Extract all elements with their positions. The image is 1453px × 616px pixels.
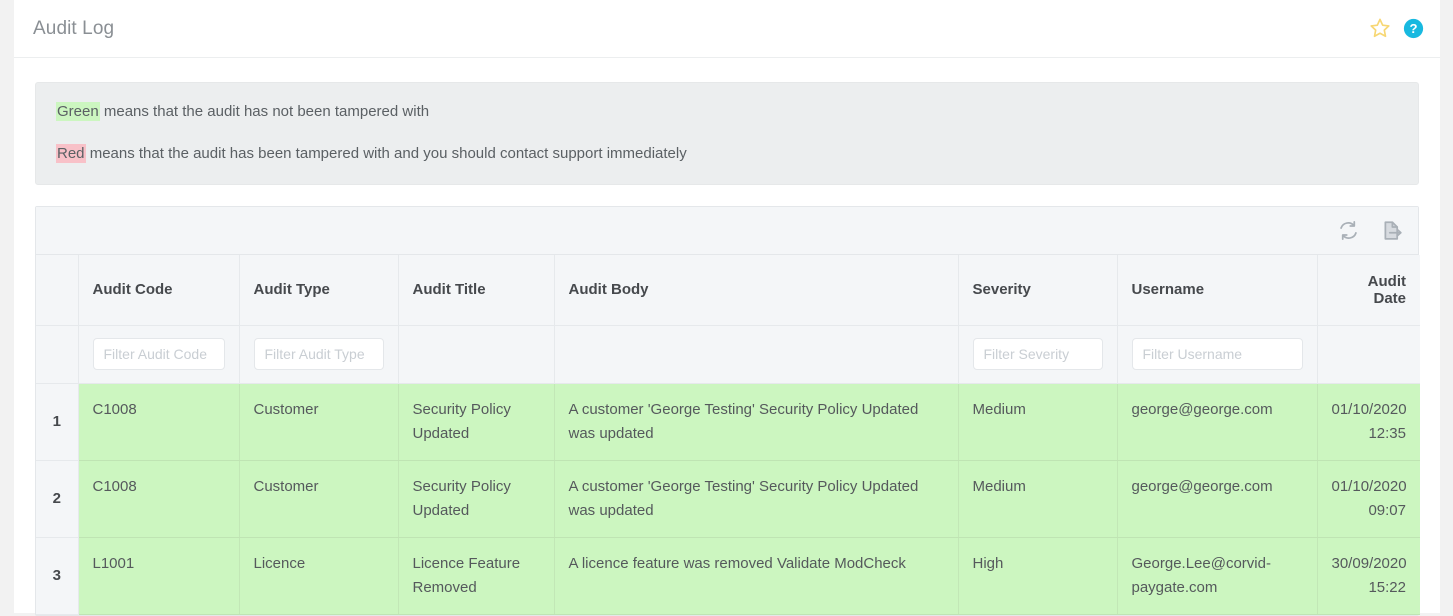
filter-cell-audit-code	[78, 325, 240, 384]
filter-cell-username	[1117, 325, 1318, 384]
filter-severity-input[interactable]	[972, 338, 1103, 370]
cell-audit-date: 30/09/2020 15:22	[1317, 537, 1420, 615]
cell-username: george@george.com	[1117, 383, 1318, 461]
cell-audit-type: Customer	[239, 383, 399, 461]
legend-green-keyword: Green	[56, 102, 100, 121]
cell-audit-date: 01/10/2020 09:07	[1317, 460, 1420, 538]
cell-username: George.Lee@corvid-paygate.com	[1117, 537, 1318, 615]
legend-line-red: Red means that the audit has been tamper…	[56, 142, 1398, 165]
grid-toolbar	[36, 207, 1418, 255]
table-row[interactable]: 2 C1008 Customer Security Policy Updated…	[36, 460, 1420, 538]
row-number: 2	[36, 460, 79, 538]
svg-text:?: ?	[1409, 21, 1417, 36]
column-header-username[interactable]: Username	[1117, 255, 1318, 326]
filter-cell-audit-date	[1317, 325, 1420, 384]
filter-username-input[interactable]	[1131, 338, 1303, 370]
export-icon[interactable]	[1381, 220, 1402, 241]
cell-severity: Medium	[958, 460, 1118, 538]
filter-cell-rownum	[36, 325, 79, 384]
legend-panel: Green means that the audit has not been …	[35, 82, 1419, 185]
cell-severity: High	[958, 537, 1118, 615]
cell-audit-code: C1008	[78, 383, 240, 461]
cell-audit-title: Licence Feature Removed	[398, 537, 555, 615]
column-header-audit-type[interactable]: Audit Type	[239, 255, 399, 326]
refresh-icon[interactable]	[1338, 220, 1359, 241]
help-icon[interactable]: ?	[1403, 18, 1424, 39]
table-row[interactable]: 1 C1008 Customer Security Policy Updated…	[36, 383, 1420, 461]
column-header-audit-code[interactable]: Audit Code	[78, 255, 240, 326]
column-header-severity[interactable]: Severity	[958, 255, 1118, 326]
filter-cell-audit-type	[239, 325, 399, 384]
cell-username: george@george.com	[1117, 460, 1318, 538]
filter-cell-audit-body	[554, 325, 959, 384]
audit-table: Audit Code Audit Type Audit Title Audit …	[36, 255, 1420, 615]
column-header-audit-date[interactable]: Audit Date	[1317, 255, 1420, 326]
cell-audit-body: A customer 'George Testing' Security Pol…	[554, 460, 959, 538]
legend-line-green: Green means that the audit has not been …	[56, 100, 1398, 123]
favourite-star-icon[interactable]	[1369, 17, 1391, 39]
legend-red-text: means that the audit has been tampered w…	[85, 145, 687, 162]
grid-wrapper: Audit Code Audit Type Audit Title Audit …	[14, 185, 1440, 616]
row-number: 1	[36, 383, 79, 461]
filter-cell-severity	[958, 325, 1118, 384]
cell-severity: Medium	[958, 383, 1118, 461]
header-actions: ?	[1369, 17, 1424, 39]
cell-audit-code: L1001	[78, 537, 240, 615]
cell-audit-body: A customer 'George Testing' Security Pol…	[554, 383, 959, 461]
legend-green-text: means that the audit has not been tamper…	[99, 103, 430, 120]
cell-audit-type: Licence	[239, 537, 399, 615]
cell-audit-title: Security Policy Updated	[398, 383, 555, 461]
cell-audit-date: 01/10/2020 12:35	[1317, 383, 1420, 461]
column-header-audit-body[interactable]: Audit Body	[554, 255, 959, 326]
info-panel-wrapper: Green means that the audit has not been …	[14, 58, 1440, 185]
row-number: 3	[36, 537, 79, 615]
table-row[interactable]: 3 L1001 Licence Licence Feature Removed …	[36, 537, 1420, 615]
filter-audit-code-input[interactable]	[92, 338, 225, 370]
filter-row	[36, 325, 1420, 384]
cell-audit-code: C1008	[78, 460, 240, 538]
filter-audit-type-input[interactable]	[253, 338, 384, 370]
audit-log-grid: Audit Code Audit Type Audit Title Audit …	[35, 206, 1420, 616]
cell-audit-title: Security Policy Updated	[398, 460, 555, 538]
cell-audit-type: Customer	[239, 460, 399, 538]
header-row: Audit Code Audit Type Audit Title Audit …	[36, 255, 1420, 326]
page-title: Audit Log	[33, 17, 115, 39]
cell-audit-body: A licence feature was removed Validate M…	[554, 537, 959, 615]
table-body: 1 C1008 Customer Security Policy Updated…	[36, 383, 1420, 615]
column-header-audit-title[interactable]: Audit Title	[398, 255, 555, 326]
card-header: Audit Log ?	[14, 0, 1440, 58]
column-header-rownum	[36, 255, 79, 326]
legend-red-keyword: Red	[56, 144, 86, 163]
table-head: Audit Code Audit Type Audit Title Audit …	[36, 255, 1420, 384]
filter-cell-audit-title	[398, 325, 555, 384]
page-card: Audit Log ? Green means that the audit h…	[14, 0, 1440, 616]
